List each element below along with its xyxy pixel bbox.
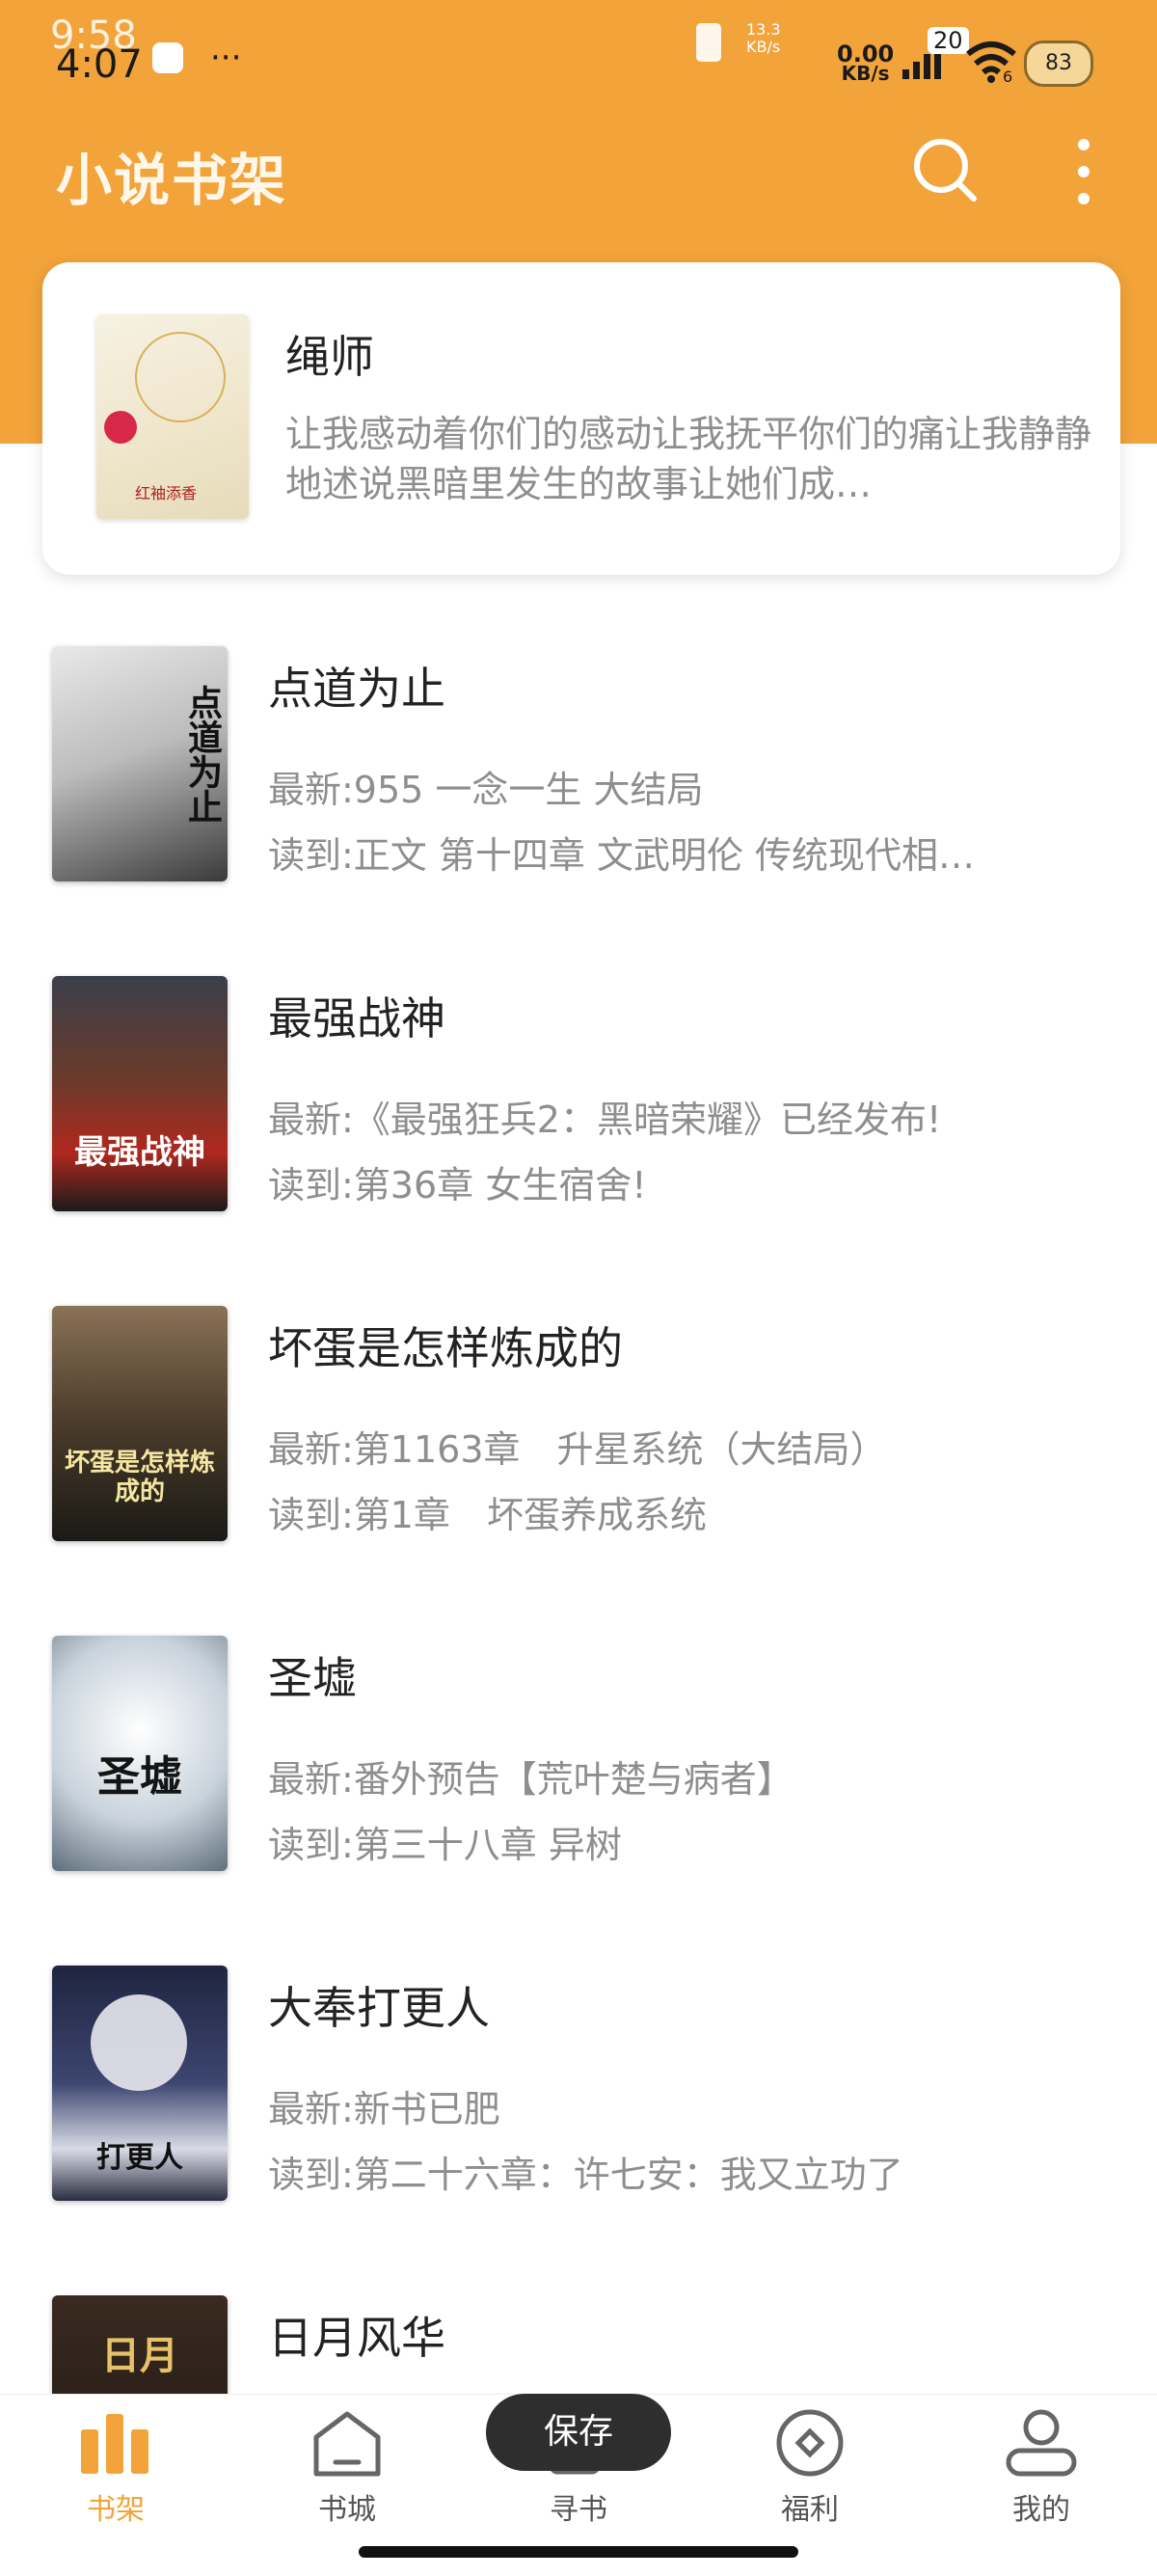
book-cover: 最强战神: [52, 976, 228, 1211]
more-options-icon[interactable]: [1066, 137, 1101, 206]
book-cover: 圣墟: [52, 1636, 228, 1871]
read-progress: 读到:第1章 坏蛋养成系统: [268, 1494, 707, 1536]
cover-title: 点道为止: [182, 685, 223, 824]
nav-label: 福利: [781, 2493, 839, 2527]
list-item[interactable]: 圣墟 圣墟 最新:番外预告【荒叶楚与病者】 读到:第三十八章 异树: [0, 1636, 1157, 1877]
wifi-sub: 6: [1003, 68, 1013, 86]
vibrate-icon: [696, 23, 721, 62]
read-progress: 读到:第二十六章：许七安：我又立功了: [268, 2154, 903, 2196]
latest-chapter: 最新:第1163章 升星系统（大结局）: [268, 1428, 887, 1471]
list-item[interactable]: 日月 日月风华: [0, 2295, 1157, 2401]
latest-chapter: 最新:955 一念一生 大结局: [268, 769, 704, 811]
status-more-dots: ···: [210, 39, 242, 77]
rose-decoration: [104, 411, 137, 444]
save-toast[interactable]: 保存: [486, 2394, 671, 2471]
battery-indicator: 83: [1024, 41, 1093, 87]
latest-chapter: 最新:新书已肥: [268, 2088, 500, 2130]
nav-item-bookstore[interactable]: 书城: [280, 2408, 415, 2528]
nav-label: 书城: [318, 2493, 376, 2527]
featured-book-card[interactable]: 红袖添香 绳师 让我感动着你们的感动让我抚平你们的痛让我静静地述说黑暗里发生的故…: [42, 262, 1120, 575]
signal-badge: 20: [928, 27, 969, 54]
search-icon[interactable]: [910, 135, 978, 203]
status-time: 4:07: [56, 42, 143, 87]
book-cover: 打更人: [52, 1966, 228, 2201]
cover-title: 最强战神: [74, 1133, 205, 1172]
profile-icon: [1006, 2409, 1077, 2477]
network-speed: 0.00 KB/s: [837, 41, 895, 85]
list-item[interactable]: 点道为止 点道为止 最新:955 一念一生 大结局 读到:正文 第十四章 文武明…: [0, 646, 1157, 887]
publisher-logo: 红袖添香: [135, 484, 198, 502]
book-title: 日月风华: [268, 2312, 445, 2364]
necklace-decoration: [135, 332, 226, 422]
cover-title: 日月: [101, 2333, 178, 2378]
read-progress: 读到:第三十八章 异树: [268, 1824, 622, 1866]
nav-item-welfare[interactable]: 福利: [742, 2408, 877, 2528]
list-item[interactable]: 打更人 大奉打更人 最新:新书已肥 读到:第二十六章：许七安：我又立功了: [0, 1966, 1157, 2207]
list-item[interactable]: 坏蛋是怎样炼成的 坏蛋是怎样炼成的 最新:第1163章 升星系统（大结局） 读到…: [0, 1306, 1157, 1547]
latest-chapter: 最新:《最强狂兵2：黑暗荣耀》已经发布!: [268, 1098, 942, 1141]
network-speed-secondary: 13.3 KB/s: [746, 20, 781, 56]
nav-item-profile[interactable]: 我的: [974, 2408, 1109, 2528]
welfare-icon: [776, 2409, 844, 2477]
read-progress: 读到:第36章 女生宿舍!: [268, 1164, 647, 1207]
cover-title: 圣墟: [97, 1752, 182, 1802]
cover-title: 打更人: [96, 2141, 183, 2175]
list-item[interactable]: 最强战神 最强战神 最新:《最强狂兵2：黑暗荣耀》已经发布! 读到:第36章 女…: [0, 976, 1157, 1217]
bookstore-icon: [313, 2411, 381, 2477]
moon-decoration: [91, 1994, 187, 2091]
book-description: 让我感动着你们的感动让我抚平你们的痛让我静静地述说黑暗里发生的故事让她们成…: [285, 413, 1092, 505]
cover-title: 坏蛋是怎样炼成的: [64, 1449, 215, 1506]
book-cover: 红袖添香: [96, 314, 249, 519]
status-bar: 9:58 4:07 ··· 13.3 KB/s 0.00 KB/s 20 6 83: [0, 0, 1157, 96]
nav-item-bookshelf[interactable]: 书架: [48, 2408, 183, 2528]
bookshelf-icon: [81, 2414, 148, 2474]
book-title: 绳师: [285, 331, 374, 383]
book-cover: 日月: [52, 2295, 228, 2401]
book-cover: 坏蛋是怎样炼成的: [52, 1306, 228, 1541]
page-title: 小说书架: [56, 148, 288, 213]
nav-label: 书架: [87, 2493, 145, 2527]
book-title: 点道为止: [268, 663, 445, 715]
book-title: 圣墟: [268, 1652, 357, 1704]
nav-label: 我的: [1012, 2493, 1070, 2527]
book-title: 大奉打更人: [268, 1982, 490, 2034]
home-indicator[interactable]: [359, 2546, 798, 2558]
nav-label: 寻书: [550, 2493, 607, 2527]
book-title: 坏蛋是怎样炼成的: [268, 1322, 623, 1374]
read-progress: 读到:正文 第十四章 文武明伦 传统现代相…: [268, 834, 976, 877]
latest-chapter: 最新:番外预告【荒叶楚与病者】: [268, 1758, 794, 1801]
notification-icon: [152, 42, 183, 73]
book-cover: 点道为止: [52, 646, 228, 881]
book-title: 最强战神: [268, 992, 445, 1044]
